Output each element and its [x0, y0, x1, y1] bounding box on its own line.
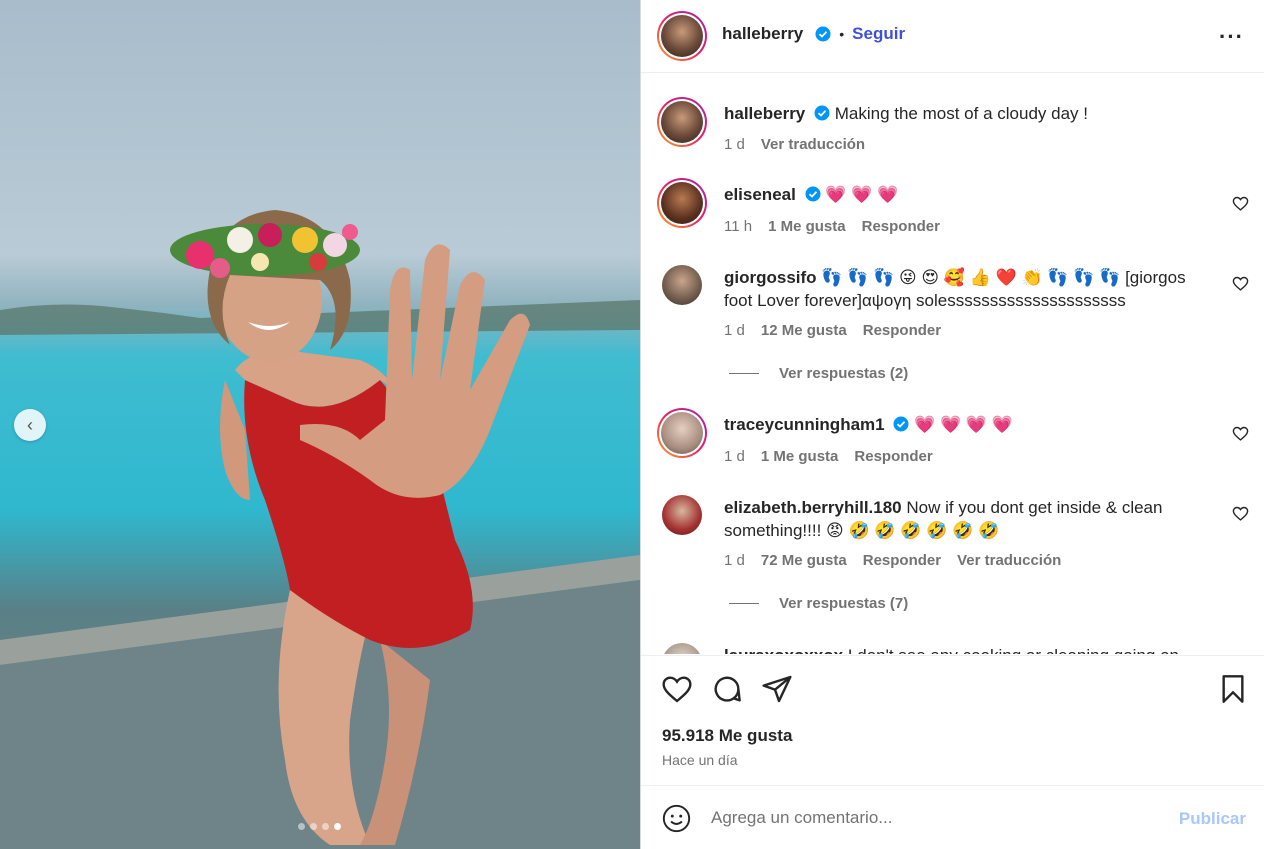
replies-line — [729, 603, 759, 604]
comment-item: giorgossifo 👣 👣 👣 😜 😍 🥰 👍 ❤️ 👏 👣 👣 👣 [gi… — [641, 264, 1264, 384]
comment-username[interactable]: traceycunningham1 — [724, 415, 885, 434]
comment-username[interactable]: lauraxoxoxxox — [724, 646, 843, 654]
post-modal: ‹ halleberry • Seguir ··· halleberry Mak… — [0, 0, 1264, 849]
like-comment-heart-icon[interactable] — [1232, 195, 1249, 212]
author-username[interactable]: halleberry — [722, 24, 803, 44]
share-send-icon[interactable] — [761, 673, 793, 705]
comment-item: lauraxoxoxxox I don't see any cooking or… — [641, 642, 1264, 654]
comment-age: 1 d — [724, 552, 745, 569]
caption: halleberry Making the most of a cloudy d… — [641, 97, 1264, 157]
comment-avatar[interactable] — [657, 408, 707, 458]
carousel-dot — [298, 823, 305, 830]
comment-likes[interactable]: 12 Me gusta — [761, 322, 847, 339]
caption-avatar[interactable] — [657, 97, 707, 147]
carousel-dot-active — [334, 823, 341, 830]
comment-text: 💗 💗 💗 💗 — [914, 415, 1013, 434]
comment-avatar[interactable] — [662, 265, 702, 305]
comment-input[interactable] — [711, 804, 1151, 832]
view-replies-label: Ver respuestas (7) — [779, 595, 909, 612]
comment-avatar[interactable] — [662, 643, 702, 654]
comment-likes[interactable]: 72 Me gusta — [761, 552, 847, 569]
more-options-icon[interactable]: ··· — [1219, 24, 1244, 50]
comment-likes[interactable]: 1 Me gusta — [761, 448, 839, 465]
comment-text: I don't see any cooking or cleaning goin… — [848, 646, 1179, 654]
comment-composer: Publicar — [641, 785, 1264, 849]
comment-item: elizabeth.berryhill.180 Now if you dont … — [641, 494, 1264, 614]
verified-badge-icon — [805, 186, 821, 202]
reply-button[interactable]: Responder — [854, 448, 932, 465]
comment-likes[interactable]: 1 Me gusta — [768, 218, 846, 235]
post-sidebar: halleberry • Seguir ··· halleberry Makin… — [641, 0, 1264, 849]
comment-age: 1 d — [724, 448, 745, 465]
post-timestamp: Hace un día — [662, 752, 738, 768]
verified-badge-icon — [815, 26, 831, 42]
photo-illustration — [0, 210, 640, 849]
comment-avatar[interactable] — [657, 178, 707, 228]
comment-item: traceycunningham1 💗 💗 💗 💗 1 d 1 Me gusta… — [641, 408, 1264, 468]
view-replies-label: Ver respuestas (2) — [779, 365, 909, 382]
carousel-dot — [310, 823, 317, 830]
carousel-dot — [322, 823, 329, 830]
carousel-prev-button[interactable]: ‹ — [14, 409, 46, 441]
translate-link[interactable]: Ver traducción — [761, 136, 865, 153]
caption-age: 1 d — [724, 136, 745, 153]
replies-line — [729, 373, 759, 374]
comments-list[interactable]: halleberry Making the most of a cloudy d… — [641, 74, 1264, 654]
caption-text: Making the most of a cloudy day ! — [834, 104, 1088, 123]
verified-badge-icon — [893, 416, 909, 432]
publish-button[interactable]: Publicar — [1179, 809, 1246, 829]
view-replies-button[interactable]: Ver respuestas (2) — [729, 365, 908, 382]
like-comment-heart-icon[interactable] — [1232, 425, 1249, 442]
comment-avatar[interactable] — [662, 495, 702, 535]
separator-dot: • — [839, 26, 845, 42]
reply-button[interactable]: Responder — [863, 322, 941, 339]
likes-count[interactable]: 95.918 Me gusta — [662, 726, 792, 746]
comment-username[interactable]: eliseneal — [724, 185, 796, 204]
comment-age: 11 h — [724, 218, 753, 235]
comment-username[interactable]: giorgossifo — [724, 268, 817, 287]
like-heart-icon[interactable] — [661, 673, 693, 705]
save-bookmark-icon[interactable] — [1217, 673, 1249, 705]
translate-link[interactable]: Ver traducción — [957, 552, 1061, 569]
post-photo[interactable]: ‹ — [0, 0, 640, 849]
caption-username[interactable]: halleberry — [724, 104, 805, 123]
comment-username[interactable]: elizabeth.berryhill.180 — [724, 498, 902, 517]
emoji-picker-icon[interactable] — [662, 804, 691, 833]
comment-bubble-icon[interactable] — [711, 673, 743, 705]
follow-button[interactable]: Seguir — [852, 24, 905, 44]
verified-badge-icon — [814, 105, 830, 121]
comment-age: 1 d — [724, 322, 745, 339]
post-header: halleberry • Seguir ··· — [641, 0, 1264, 73]
view-replies-button[interactable]: Ver respuestas (7) — [729, 595, 908, 612]
reply-button[interactable]: Responder — [862, 218, 940, 235]
like-comment-heart-icon[interactable] — [1232, 505, 1249, 522]
carousel-indicator — [298, 823, 341, 830]
comment-text: 💗 💗 💗 — [825, 185, 899, 204]
like-comment-heart-icon[interactable] — [1232, 275, 1249, 292]
comment-item: eliseneal 💗 💗 💗 11 h 1 Me gusta Responde… — [641, 178, 1264, 238]
reply-button[interactable]: Responder — [863, 552, 941, 569]
chevron-left-icon: ‹ — [27, 414, 33, 435]
author-avatar[interactable] — [657, 11, 707, 61]
post-actions: 95.918 Me gusta Hace un día — [641, 655, 1264, 785]
